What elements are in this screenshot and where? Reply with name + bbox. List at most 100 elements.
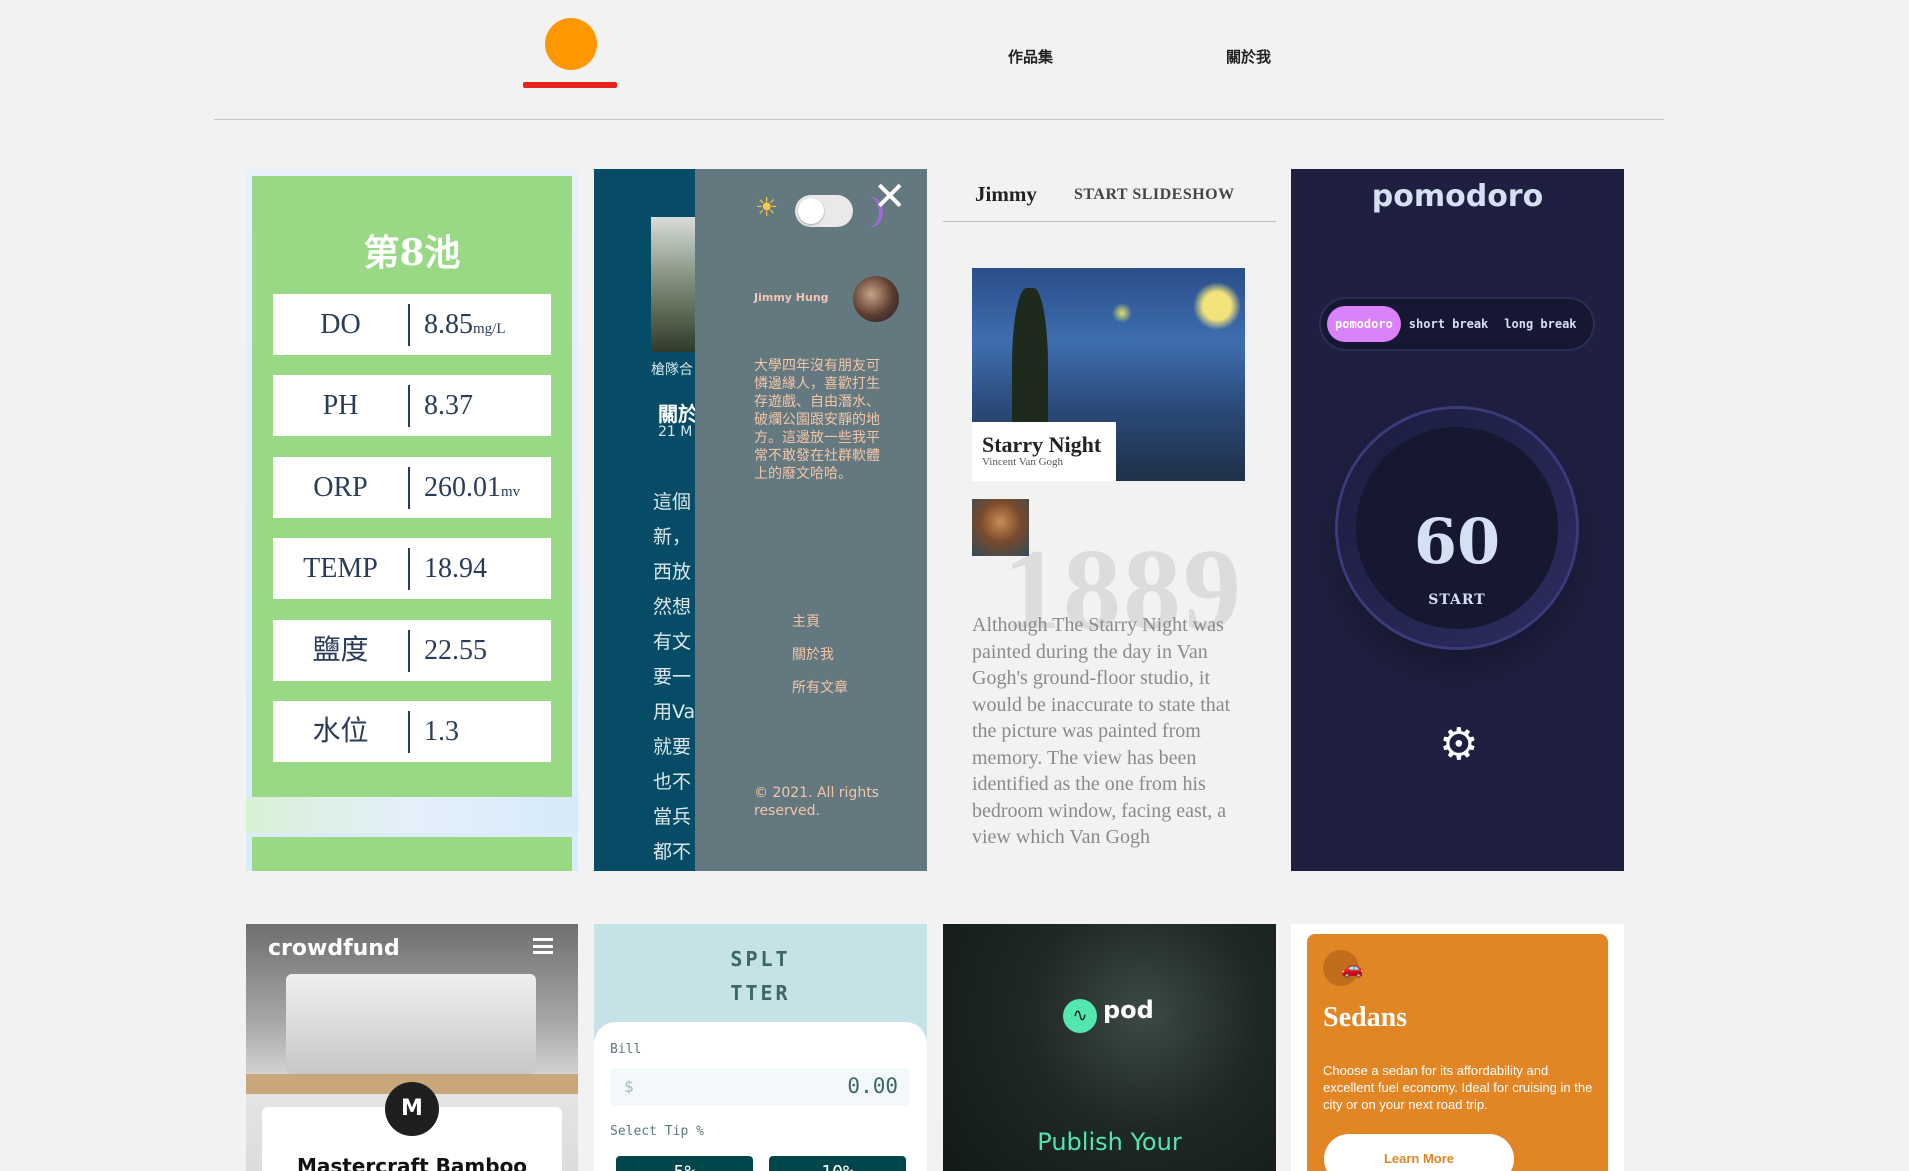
photo-caption: 槍隊合 [651,362,693,378]
pod-logo: pod [1103,996,1154,1024]
project-card-splitter[interactable]: SPLTTTER Bill $ 0.00 Select Tip % 5% 10% [594,924,927,1171]
reading-value: 1.3 [424,715,459,747]
pomodoro-logo: pomodoro [1371,179,1544,214]
post-text-line: 都不 [653,841,692,863]
sedans-text: Choose a sedan for its affordability and… [1323,1063,1593,1112]
reading-unit: mg/L [473,320,506,337]
calculator-sheet: Bill $ 0.00 Select Tip % 5% 10% [594,1022,927,1171]
reading-row: 水位 1.3 [273,701,551,762]
toggle-knob [798,198,824,224]
pod-headline: Publish Your [1037,1128,1182,1156]
drawer-menu-posts[interactable]: 所有文章 [792,677,848,697]
project-card-blog[interactable]: 槍隊合 關於 21 M 這個 新， 西放 然想 有文 要一 用Va 就要 也不 … [594,169,927,871]
mode-short-break[interactable]: short break [1401,306,1496,342]
post-text-line: 當兵 [653,806,692,828]
mode-long-break[interactable]: long break [1496,306,1584,342]
project-card-gallery[interactable]: Jimmy START SLIDESHOW Starry Night Vince… [943,169,1276,871]
close-icon[interactable]: ✕ [873,177,907,217]
post-text-line: 用Va [653,701,696,723]
bill-input[interactable]: $ 0.00 [610,1068,910,1106]
pond-footer-panel [252,837,572,871]
dollar-icon: $ [624,1077,634,1096]
reading-key: ORP [273,466,410,509]
project-card-pond[interactable]: 第8池 DO 8.85mg/L PH 8.37 ORP 260.01mv TEMP 18… [246,169,578,871]
hero-image [286,974,536,1074]
timer-face: 60 START [1356,427,1558,629]
reading-key: TEMP [273,547,410,590]
author-bio: 大學四年沒有朋友可憐邊緣人，喜歡打生存遊戲、自由潛水、破爛公園跟安靜的地方。這邊… [754,358,880,482]
sedans-panel: 🚗 Sedans Choose a sedan for its affordab… [1307,934,1608,1171]
post-text-line: 然想 [653,596,692,618]
side-drawer: ☀ ✕ Jimmy Hung 大學四年沒有朋友可憐邊緣人，喜歡打生存遊戲、自由潛… [695,169,927,871]
reading-value: 260.01mv [424,471,521,503]
timer-value: 60 [1413,505,1501,578]
post-text-line: 西放 [653,561,692,583]
post-text-line: 就要 [653,736,692,758]
theme-toggle[interactable] [795,195,853,227]
gallery-divider [943,221,1276,222]
painting-caption: Starry Night Vincent Van Gogh [972,422,1116,481]
waveform-icon: ∿ [1063,999,1097,1033]
tip-button[interactable]: 5% [616,1156,753,1171]
learn-more-button[interactable]: Learn More [1324,1134,1514,1171]
painting-description: Although The Starry Night was painted du… [972,614,1231,848]
project-card-pomodoro[interactable]: pomodoro pomodoro short break long break… [1291,169,1624,871]
reading-key: PH [273,384,410,427]
menu-icon[interactable] [533,938,553,954]
header-divider [214,119,1664,120]
crowdfund-logo: crowdfund [268,936,400,961]
drawer-menu-home[interactable]: 主頁 [792,611,820,631]
tip-button[interactable]: 10% [769,1156,906,1171]
post-text-line: 新， [653,526,692,548]
reading-value: 8.37 [424,389,473,421]
post-text-line: 有文 [653,631,692,653]
drawer-menu-about[interactable]: 關於我 [792,644,834,664]
bill-label: Bill [610,1042,642,1057]
timer-ring[interactable]: 60 START [1338,409,1576,647]
post-text-line: 這個 [653,491,692,513]
mastercraft-logo-icon: M [385,1082,439,1136]
pond-title: 第8池 [363,232,461,274]
product-title: Mastercraft Bamboo [296,1154,528,1171]
avatar [853,276,899,322]
author-name: Jimmy Hung [754,291,829,304]
post-photo [651,217,697,352]
reading-row: ORP 260.01mv [273,457,551,518]
splitter-logo: SPLT TTER [730,947,791,1005]
project-card-sedans[interactable]: 🚗 Sedans Choose a sedan for its affordab… [1291,924,1624,1171]
copyright: © 2021. All rights reserved. [754,785,879,819]
reading-unit: mv [501,483,521,500]
reading-value: 8.85mg/L [424,308,506,340]
tip-label: Select Tip % [610,1124,704,1139]
mode-selector: pomodoro short break long break [1321,299,1593,349]
active-indicator [523,82,617,88]
gallery-brand[interactable]: Jimmy [975,182,1037,207]
reading-row: PH 8.37 [273,375,551,436]
gear-icon[interactable]: ⚙ [1439,723,1478,767]
artist-portrait [972,499,1029,556]
timer-start-button[interactable]: START [1356,592,1558,608]
reading-row: TEMP 18.94 [273,538,551,599]
reading-value: 22.55 [424,634,487,666]
project-card-crowdfund[interactable]: crowdfund M Mastercraft Bamboo [246,924,578,1171]
start-slideshow-link[interactable]: START SLIDESHOW [1074,186,1235,204]
bill-value: 0.00 [847,1074,898,1098]
sun-icon: ☀ [755,193,779,223]
mode-pomodoro[interactable]: pomodoro [1327,306,1401,342]
logo-dot[interactable] [545,18,597,70]
nav-about[interactable]: 關於我 [1226,46,1271,67]
reading-row: 鹽度 22.55 [273,620,551,681]
post-heading: 關於 [658,402,698,426]
pond-panel: 第8池 DO 8.85mg/L PH 8.37 ORP 260.01mv TEMP 18… [252,176,572,797]
sedans-heading: Sedans [1323,1002,1408,1033]
car-icon: 🚗 [1323,950,1363,986]
post-text-line: 要一 [653,666,692,688]
post-text-line: 也不 [653,771,692,793]
reading-key: DO [273,303,410,346]
post-date: 21 M [658,424,693,440]
project-card-pod[interactable]: ∿ pod Publish Your [943,924,1276,1171]
pond-footer-band [246,797,578,833]
nav-portfolio[interactable]: 作品集 [1008,46,1053,67]
painting-title: Starry Night [982,432,1102,457]
reading-row: DO 8.85mg/L [273,294,551,355]
